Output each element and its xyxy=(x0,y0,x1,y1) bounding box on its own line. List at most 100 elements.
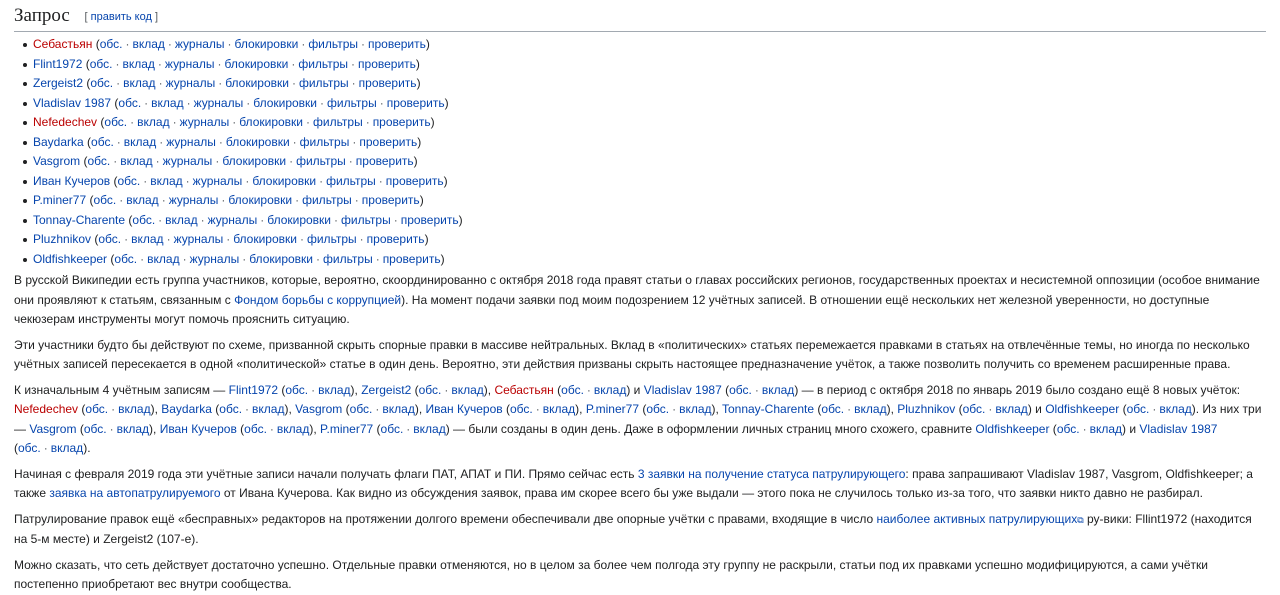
user-link[interactable]: Pluzhnikov xyxy=(897,402,955,416)
user-link[interactable]: Oldfishkeeper xyxy=(975,422,1049,436)
user-link[interactable]: Zergeist2 xyxy=(361,383,411,397)
tool-link-obs[interactable]: обс. xyxy=(646,402,669,416)
fbk-link[interactable]: Фондом борьбы с коррупцией xyxy=(234,293,401,307)
tool-link-vklad[interactable]: вклад xyxy=(1090,422,1122,436)
tool-link-proverit[interactable]: проверить xyxy=(367,232,425,246)
tool-link-vklad[interactable]: вклад xyxy=(318,383,350,397)
tool-link-zhurnaly[interactable]: журналы xyxy=(166,76,216,90)
user-link[interactable]: Tonnay-Charente xyxy=(33,213,125,227)
tool-link-obs[interactable]: обс. xyxy=(104,115,127,129)
tool-link-obs[interactable]: обс. xyxy=(244,422,267,436)
tool-link-vklad[interactable]: вклад xyxy=(252,402,284,416)
tool-link-vklad[interactable]: вклад xyxy=(1159,402,1191,416)
tool-link-blokirovki[interactable]: блокировки xyxy=(226,135,290,149)
tool-link-blokirovki[interactable]: блокировки xyxy=(225,76,289,90)
tool-link-filtry[interactable]: фильтры xyxy=(302,193,352,207)
tool-link-obs[interactable]: обс. xyxy=(87,154,110,168)
tool-link-blokirovki[interactable]: блокировки xyxy=(252,174,316,188)
tool-link-blokirovki[interactable]: блокировки xyxy=(267,213,331,227)
user-link[interactable]: Tonnay-Charente xyxy=(722,402,814,416)
user-link[interactable]: Pluzhnikov xyxy=(33,232,91,246)
tool-link-obs[interactable]: обс. xyxy=(118,96,141,110)
user-link[interactable]: Vladislav 1987 xyxy=(644,383,722,397)
tool-link-zhurnaly[interactable]: журналы xyxy=(208,213,258,227)
user-link[interactable]: Vasgrom xyxy=(33,154,80,168)
tool-link-vklad[interactable]: вклад xyxy=(120,154,152,168)
tool-link-proverit[interactable]: проверить xyxy=(356,154,414,168)
tool-link-filtry[interactable]: фильтры xyxy=(307,232,357,246)
tool-link-obs[interactable]: обс. xyxy=(90,76,113,90)
tool-link-proverit[interactable]: проверить xyxy=(401,213,459,227)
tool-link-vklad[interactable]: вклад xyxy=(117,422,149,436)
tool-link-obs[interactable]: обс. xyxy=(98,232,121,246)
tool-link-filtry[interactable]: фильтры xyxy=(308,37,358,51)
tool-link-blokirovki[interactable]: блокировки xyxy=(235,37,299,51)
user-link[interactable]: P.miner77 xyxy=(33,193,86,207)
tool-link-blokirovki[interactable]: блокировки xyxy=(228,193,292,207)
tool-link-proverit[interactable]: проверить xyxy=(386,174,444,188)
tool-link-obs[interactable]: обс. xyxy=(419,383,442,397)
tool-link-zhurnaly[interactable]: журналы xyxy=(193,174,243,188)
tool-link-proverit[interactable]: проверить xyxy=(368,37,426,51)
user-link[interactable]: Себастьян xyxy=(33,37,92,51)
user-link[interactable]: Vladislav 1987 xyxy=(1139,422,1217,436)
tool-link-vklad[interactable]: вклад xyxy=(122,57,154,71)
user-link[interactable]: Иван Кучеров xyxy=(33,174,110,188)
tool-link-vklad[interactable]: вклад xyxy=(150,174,182,188)
tool-link-proverit[interactable]: проверить xyxy=(387,96,445,110)
patrol-requests-link[interactable]: 3 заявки на получение статуса патрулирую… xyxy=(638,467,906,481)
tool-link-zhurnaly[interactable]: журналы xyxy=(180,115,230,129)
tool-link-filtry[interactable]: фильтры xyxy=(313,115,363,129)
tool-link-vklad[interactable]: вклад xyxy=(124,135,156,149)
tool-link-proverit[interactable]: проверить xyxy=(359,76,417,90)
tool-link-zhurnaly[interactable]: журналы xyxy=(166,135,216,149)
tool-link-obs[interactable]: обс. xyxy=(85,402,108,416)
tool-link-proverit[interactable]: проверить xyxy=(358,57,416,71)
tool-link-obs[interactable]: обс. xyxy=(350,402,373,416)
tool-link-vklad[interactable]: вклад xyxy=(995,402,1027,416)
tool-link-obs[interactable]: обс. xyxy=(132,213,155,227)
tool-link-vklad[interactable]: вклад xyxy=(451,383,483,397)
tool-link-obs[interactable]: обс. xyxy=(381,422,404,436)
tool-link-obs[interactable]: обс. xyxy=(117,174,140,188)
tool-link-obs[interactable]: обс. xyxy=(84,422,107,436)
user-link[interactable]: Oldfishkeeper xyxy=(33,252,107,266)
tool-link-obs[interactable]: обс. xyxy=(963,402,986,416)
tool-link-filtry[interactable]: фильтры xyxy=(323,252,373,266)
user-link[interactable]: Vasgrom xyxy=(29,422,76,436)
tool-link-vklad[interactable]: вклад xyxy=(543,402,575,416)
tool-link-filtry[interactable]: фильтры xyxy=(341,213,391,227)
tool-link-zhurnaly[interactable]: журналы xyxy=(165,57,215,71)
tool-link-vklad[interactable]: вклад xyxy=(147,252,179,266)
user-link[interactable]: Vasgrom xyxy=(295,402,342,416)
tool-link-obs[interactable]: обс. xyxy=(561,383,584,397)
tool-link-vklad[interactable]: вклад xyxy=(854,402,886,416)
tool-link-vklad[interactable]: вклад xyxy=(118,402,150,416)
tool-link-blokirovki[interactable]: блокировки xyxy=(249,252,313,266)
tool-link-filtry[interactable]: фильтры xyxy=(296,154,346,168)
tool-link-obs[interactable]: обс. xyxy=(1127,402,1150,416)
tool-link-vklad[interactable]: вклад xyxy=(165,213,197,227)
tool-link-obs[interactable]: обс. xyxy=(219,402,242,416)
user-link[interactable]: Иван Кучеров xyxy=(160,422,237,436)
tool-link-obs[interactable]: обс. xyxy=(821,402,844,416)
tool-link-vklad[interactable]: вклад xyxy=(51,441,83,455)
tool-link-filtry[interactable]: фильтры xyxy=(298,57,348,71)
user-link[interactable]: P.miner77 xyxy=(586,402,639,416)
tool-link-vklad[interactable]: вклад xyxy=(382,402,414,416)
tool-link-zhurnaly[interactable]: журналы xyxy=(163,154,213,168)
tool-link-zhurnaly[interactable]: журналы xyxy=(169,193,219,207)
tool-link-obs[interactable]: обс. xyxy=(114,252,137,266)
tool-link-blokirovki[interactable]: блокировки xyxy=(239,115,303,129)
user-link[interactable]: Flint1972 xyxy=(229,383,278,397)
user-link[interactable]: Nefedechev xyxy=(14,402,78,416)
tool-link-vklad[interactable]: вклад xyxy=(277,422,309,436)
tool-link-vklad[interactable]: вклад xyxy=(137,115,169,129)
tool-link-vklad[interactable]: вклад xyxy=(126,193,158,207)
user-link[interactable]: Baydarka xyxy=(33,135,84,149)
edit-source-link[interactable]: править код xyxy=(91,11,152,23)
tool-link-filtry[interactable]: фильтры xyxy=(299,76,349,90)
tool-link-filtry[interactable]: фильтры xyxy=(327,96,377,110)
tool-link-obs[interactable]: обс. xyxy=(91,135,114,149)
tool-link-vklad[interactable]: вклад xyxy=(151,96,183,110)
